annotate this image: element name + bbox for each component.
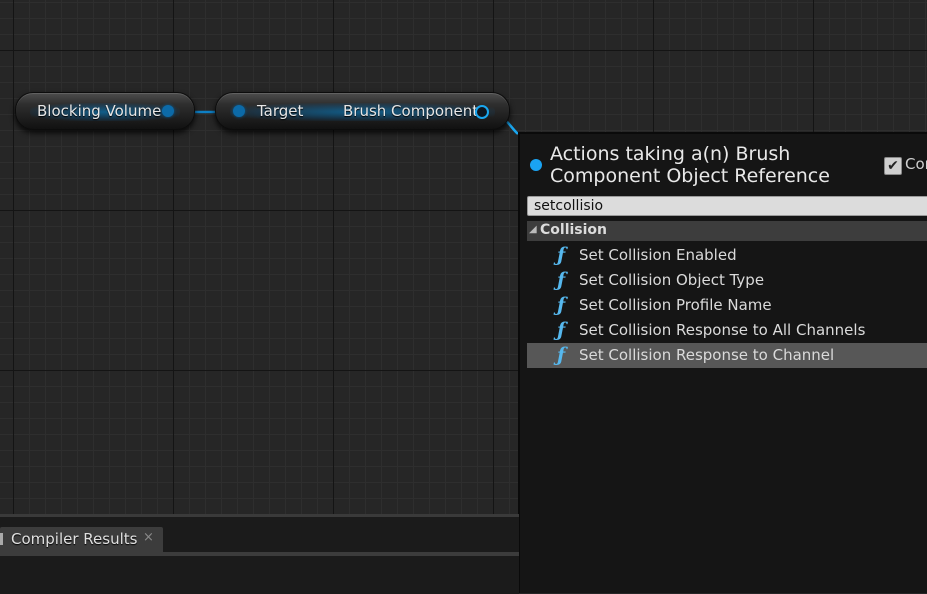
target-input-pin[interactable]	[233, 105, 245, 117]
function-icon: ƒ	[557, 344, 566, 366]
action-item-set-collision-response-channel[interactable]: ƒ Set Collision Response to Channel	[527, 343, 927, 368]
action-search-input[interactable]	[527, 196, 927, 216]
action-item-set-collision-response-all-channels[interactable]: ƒ Set Collision Response to All Channels	[527, 318, 927, 343]
close-icon[interactable]: ×	[143, 530, 154, 545]
action-item-set-collision-profile-name[interactable]: ƒ Set Collision Profile Name	[527, 293, 927, 318]
brush-component-output-pin[interactable]	[475, 105, 489, 119]
action-item-set-collision-object-type[interactable]: ƒ Set Collision Object Type	[527, 268, 927, 293]
action-menu-title: Actions taking a(n) Brush Component Obje…	[550, 143, 830, 187]
function-icon: ƒ	[557, 269, 566, 291]
tab-compiler-results[interactable]: Compiler Results ×	[0, 527, 163, 552]
context-sensitive-label: Con	[905, 155, 927, 173]
action-item-set-collision-enabled[interactable]: ƒ Set Collision Enabled	[527, 243, 927, 268]
function-icon: ƒ	[557, 244, 566, 266]
tab-label: Compiler Results	[11, 530, 138, 548]
function-icon: ƒ	[557, 294, 566, 316]
function-icon: ƒ	[557, 319, 566, 341]
action-item-label: Set Collision Response to All Channels	[579, 321, 866, 339]
blocking-volume-label: Blocking Volume	[37, 102, 162, 120]
blocking-volume-output-pin[interactable]	[162, 105, 174, 117]
category-label: Collision	[540, 222, 608, 238]
compiler-results-panel: Compiler Results ×	[0, 514, 519, 594]
tab-bar-divider	[0, 552, 519, 556]
action-item-label: Set Collision Enabled	[579, 246, 737, 264]
context-sensitive-checkbox[interactable]: ✔	[884, 157, 902, 175]
brush-component-pin-label: Brush Component	[343, 102, 479, 120]
action-context-menu[interactable]: Actions taking a(n) Brush Component Obje…	[518, 132, 927, 593]
object-reference-pin-icon	[530, 159, 542, 171]
blocking-volume-node[interactable]: Blocking Volume	[15, 92, 195, 130]
action-item-label: Set Collision Profile Name	[579, 296, 772, 314]
get-brush-component-node[interactable]: Target Brush Component	[215, 92, 510, 130]
action-item-label: Set Collision Response to Channel	[579, 346, 835, 364]
expand-triangle-icon[interactable]: ◢	[529, 224, 537, 235]
target-pin-label: Target	[257, 102, 304, 120]
category-collision[interactable]: ◢ Collision	[527, 221, 927, 241]
tab-grip-icon	[0, 533, 3, 545]
action-item-label: Set Collision Object Type	[579, 271, 765, 289]
